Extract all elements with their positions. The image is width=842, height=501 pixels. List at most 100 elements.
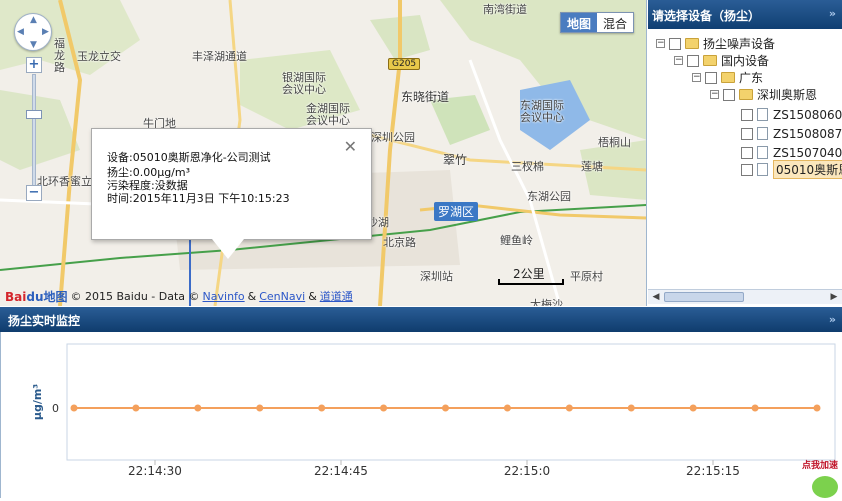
data-point — [194, 404, 202, 412]
zoom-in-button[interactable]: + — [26, 57, 42, 73]
map-label-yulong: 玉龙立交 — [77, 50, 121, 63]
data-point — [318, 404, 326, 412]
collapse-icon[interactable]: − — [710, 90, 719, 99]
scale-bar: 2公里 — [498, 265, 564, 285]
tree-node[interactable]: − 国内设备 — [674, 52, 769, 69]
scroll-thumb[interactable] — [664, 292, 744, 302]
pan-control[interactable]: ▲ ▼ ◀ ▶ — [14, 13, 52, 51]
tree-checkbox[interactable] — [741, 108, 753, 121]
ad-text[interactable]: 点我加速 — [802, 458, 838, 471]
zoom-control[interactable]: + − — [26, 57, 42, 205]
scroll-left-icon[interactable]: ◀ — [650, 291, 662, 303]
data-point — [442, 404, 449, 412]
tree-checkbox[interactable] — [741, 163, 753, 176]
baidu-logo: Baidu地图 — [5, 289, 68, 304]
plot-area — [66, 343, 836, 461]
map-label-dongji-park: 东湖公园 — [527, 190, 571, 203]
map-type-map-button[interactable]: 地图 — [561, 13, 598, 32]
tree-checkbox[interactable] — [741, 127, 753, 140]
dust-chart: μg/m³ 0 22:14:30 22:14:45 22:15:0 22:15:15 — [0, 332, 842, 498]
pan-down-icon[interactable]: ▼ — [30, 40, 37, 50]
map-label-nize: 丰泽湖通道 — [192, 50, 247, 63]
folder-icon — [685, 38, 699, 49]
copyright-text: © 2015 Baidu - Data © — [70, 289, 200, 303]
tree-node[interactable]: − 扬尘噪声设备 — [656, 35, 775, 52]
info-time: 时间:2015年11月3日 下午10:15:23 — [107, 192, 290, 205]
map-label-donghu-intl: 东湖国际 会议中心 — [520, 99, 564, 124]
x-tick-label: 22:14:30 — [128, 464, 182, 478]
data-point — [751, 404, 759, 412]
folder-icon — [721, 72, 735, 83]
map-label-dongxiao: 东晓街道 — [401, 90, 450, 104]
map-type-switch[interactable]: 地图 混合 — [560, 12, 635, 33]
map-label-wutong: 梧桐山 — [598, 136, 631, 149]
tree-leaf[interactable]: ZS1507040 — [741, 144, 842, 161]
zoom-out-button[interactable]: − — [26, 185, 42, 201]
data-point — [70, 404, 78, 412]
pan-left-icon[interactable]: ◀ — [17, 27, 24, 37]
map-label-liantang: 莲塘 — [581, 160, 603, 173]
panel-header: 请选择设备（扬尘） » — [648, 0, 842, 29]
cennavi-link[interactable]: CenNavi — [259, 290, 305, 303]
navinfo-link[interactable]: Navinfo — [203, 290, 245, 303]
daodaotong-link[interactable]: 道道通 — [320, 288, 353, 304]
document-icon — [757, 146, 768, 159]
tree-leaf[interactable]: ZS1508087 — [741, 125, 842, 142]
map-label-beihuan: 北环香蜜立 — [37, 175, 92, 188]
scale-line — [498, 279, 564, 285]
map-label-liyuling: 鲤鱼岭 — [500, 234, 533, 247]
collapse-monitor-icon[interactable]: » — [829, 313, 836, 326]
document-icon — [757, 163, 768, 176]
horizontal-scrollbar[interactable]: ◀ ▶ — [648, 289, 842, 304]
document-icon — [757, 127, 768, 140]
x-tick-label: 22:14:45 — [314, 464, 368, 478]
road-shield: G205 — [388, 58, 421, 70]
panel-title: 请选择设备（扬尘） — [652, 9, 761, 23]
data-point — [256, 404, 264, 412]
monitor-title: 扬尘实时监控 — [8, 314, 81, 328]
data-point — [380, 404, 388, 412]
collapse-icon[interactable]: − — [674, 56, 683, 65]
info-pollution: 污染程度:没数据 — [107, 179, 188, 192]
speedup-ad[interactable]: 点我加速 — [800, 458, 842, 498]
tree-node[interactable]: − 深圳奥斯恩 — [710, 86, 817, 103]
scroll-right-icon[interactable]: ▶ — [828, 291, 840, 303]
map-type-hybrid-button[interactable]: 混合 — [597, 13, 634, 32]
tree-checkbox[interactable] — [705, 71, 717, 84]
map-label-jinhu: 金湖国际 会议中心 — [306, 102, 350, 127]
device-panel: 请选择设备（扬尘） » − 扬尘噪声设备 − 国内设备 − 广东 − 深圳奥斯恩 — [648, 0, 842, 306]
data-point — [565, 404, 573, 412]
y-axis-label: μg/m³ — [31, 384, 44, 420]
info-window: ✕ 设备:05010奥斯恩净化-公司测试 扬尘:0.00μg/m³ 污染程度:没… — [91, 128, 372, 259]
zoom-thumb[interactable] — [26, 110, 42, 119]
info-window-tail — [212, 239, 244, 259]
tree-checkbox[interactable] — [741, 146, 753, 159]
tree-checkbox[interactable] — [723, 88, 735, 101]
folder-icon — [739, 89, 753, 100]
map-label-shenzhen-park: 深圳公园 — [371, 131, 415, 144]
tree-node[interactable]: − 广东 — [692, 69, 763, 86]
ad-mascot-icon — [812, 476, 838, 498]
pan-up-icon[interactable]: ▲ — [30, 15, 37, 25]
pan-right-icon[interactable]: ▶ — [42, 27, 49, 37]
tree-leaf-selected[interactable]: 05010奥斯恩 — [741, 160, 842, 179]
map-label-pingyuan: 平原村 — [570, 270, 603, 283]
info-device: 设备:05010奥斯恩净化-公司测试 — [107, 151, 271, 164]
data-point — [503, 404, 511, 412]
map-label-beijing-rd: 北京路 — [383, 236, 416, 249]
map-label-nanwan: 南湾街道 — [483, 3, 527, 16]
map-label-shenzhen-station: 深圳站 — [420, 270, 453, 283]
map-label-fulong: 福 龙 路 — [54, 37, 65, 74]
folder-icon — [703, 55, 717, 66]
tree-checkbox[interactable] — [669, 37, 681, 50]
collapse-icon[interactable]: − — [656, 39, 665, 48]
map-label-cuizhu: 翠竹 — [443, 153, 468, 167]
tree-checkbox[interactable] — [687, 54, 699, 67]
copyright-amp-2: & — [308, 289, 317, 303]
close-icon[interactable]: ✕ — [344, 137, 357, 156]
zoom-track[interactable] — [32, 74, 36, 188]
map-view[interactable]: 南湾街道 福 龙 路 玉龙立交 丰泽湖通道 银湖国际 会议中心 金湖国际 会议中… — [0, 0, 647, 306]
tree-leaf[interactable]: ZS1508060 — [741, 106, 842, 123]
collapse-icon[interactable]: − — [692, 73, 701, 82]
collapse-panel-icon[interactable]: » — [829, 7, 836, 20]
